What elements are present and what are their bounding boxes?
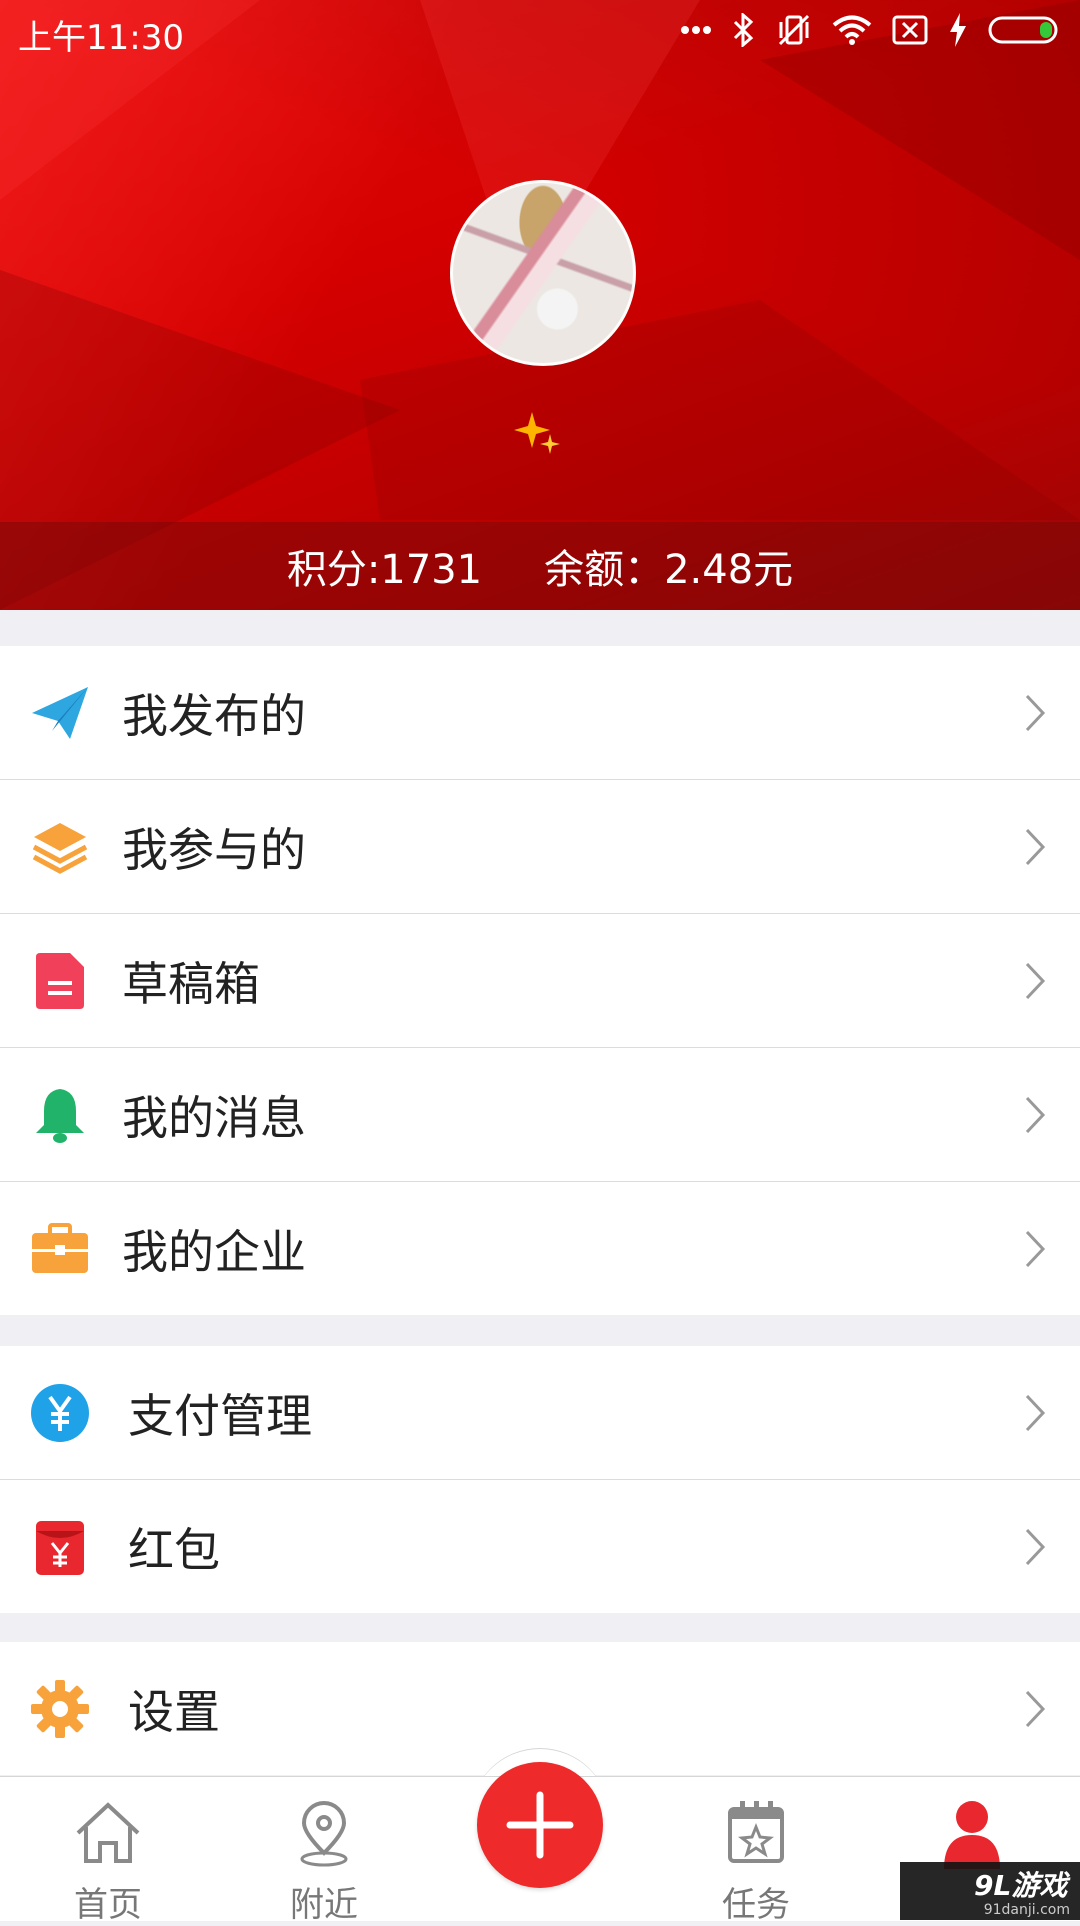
chevron-right-icon [1025,1528,1046,1565]
red-envelope-icon [36,1520,84,1575]
more-dots-icon [681,26,711,34]
menu-label: 我参与的 [122,822,306,877]
menu-label: 我的消息 [122,1090,306,1145]
charging-icon [950,13,966,47]
chevron-right-icon [1025,1394,1046,1431]
home-icon [76,1802,140,1863]
yuan-coin-icon [31,1383,89,1442]
menu-item-enterprise[interactable]: 我的企业 [0,1182,1080,1315]
tab-nearby[interactable]: 附近 [216,1777,432,1925]
no-sim-icon [892,15,928,45]
menu-item-drafts[interactable]: 草稿箱 [0,914,1080,1048]
chevron-right-icon [1025,828,1046,865]
status-icons [680,8,1062,52]
menu-label: 我发布的 [122,688,306,743]
menu-label: 草稿箱 [122,956,260,1011]
calendar-star-icon [728,1801,784,1863]
gear-icon [31,1679,89,1738]
profile-header: 上午11:30 积分:1731 余额：2.48元 [0,0,1080,610]
chevron-right-icon [1025,1690,1046,1727]
menu-item-payment[interactable]: 支付管理 [0,1346,1080,1480]
menu-label: 我的企业 [122,1224,306,1279]
battery-icon [988,16,1058,44]
stats-bar: 积分:1731 余额：2.48元 [0,522,1080,610]
level-sparkle-icon [514,412,560,454]
user-profile-icon [944,1801,1000,1869]
menu-item-participated[interactable]: 我参与的 [0,780,1080,914]
plus-icon [506,1791,574,1859]
menu-label: 支付管理 [128,1388,312,1443]
watermark-url: 91danji.com [983,1902,1070,1918]
menu-group-finance: 支付管理 红包 [0,1346,1080,1613]
wifi-icon [832,15,872,45]
document-icon [36,952,84,1009]
layers-icon [32,822,88,874]
points-text[interactable]: 积分:1731 [287,537,482,595]
watermark-logo: 9L游戏 91danji.com [900,1862,1080,1920]
tab-label: 首页 [74,1885,142,1925]
menu-label: 红包 [128,1522,220,1577]
paper-plane-icon [32,686,88,739]
chevron-right-icon [1025,694,1046,731]
vibrate-mute-icon [778,14,810,46]
watermark-logo-text: 9L游戏 [974,1869,1068,1902]
chevron-right-icon [1025,1230,1046,1267]
chevron-right-icon [1025,1096,1046,1133]
chevron-right-icon [1025,962,1046,999]
tab-label: 附近 [290,1885,358,1925]
menu-group-main: 我发布的 我参与的 草稿箱 我的消息 我的企业 [0,646,1080,1315]
menu-item-red-packet[interactable]: 红包 [0,1480,1080,1613]
balance-text[interactable]: 余额：2.48元 [544,537,793,595]
location-pin-icon [300,1801,348,1867]
tab-home[interactable]: 首页 [0,1777,216,1925]
bluetooth-icon [733,13,754,47]
tab-label: 任务 [722,1885,790,1925]
status-time: 上午11:30 [18,18,184,58]
menu-item-messages[interactable]: 我的消息 [0,1048,1080,1182]
add-post-button[interactable] [477,1762,603,1888]
briefcase-icon [32,1222,88,1273]
menu-label: 设置 [128,1684,220,1739]
tab-tasks[interactable]: 任务 [648,1777,864,1925]
user-avatar[interactable] [450,180,636,366]
menu-item-my-posts[interactable]: 我发布的 [0,646,1080,780]
bell-icon [36,1088,84,1143]
status-bar: 上午11:30 [0,0,1080,60]
